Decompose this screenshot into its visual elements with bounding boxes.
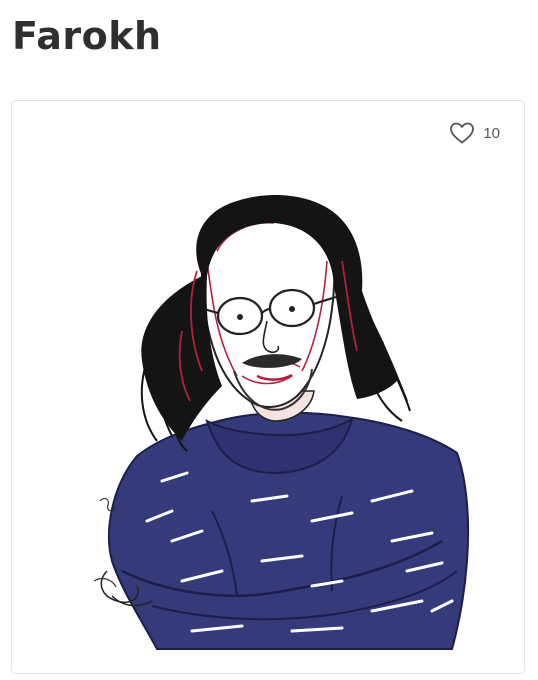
portrait-illustration [93, 195, 470, 650]
artwork-card[interactable]: 10 [11, 100, 525, 674]
page-title: Farokh [12, 14, 162, 58]
